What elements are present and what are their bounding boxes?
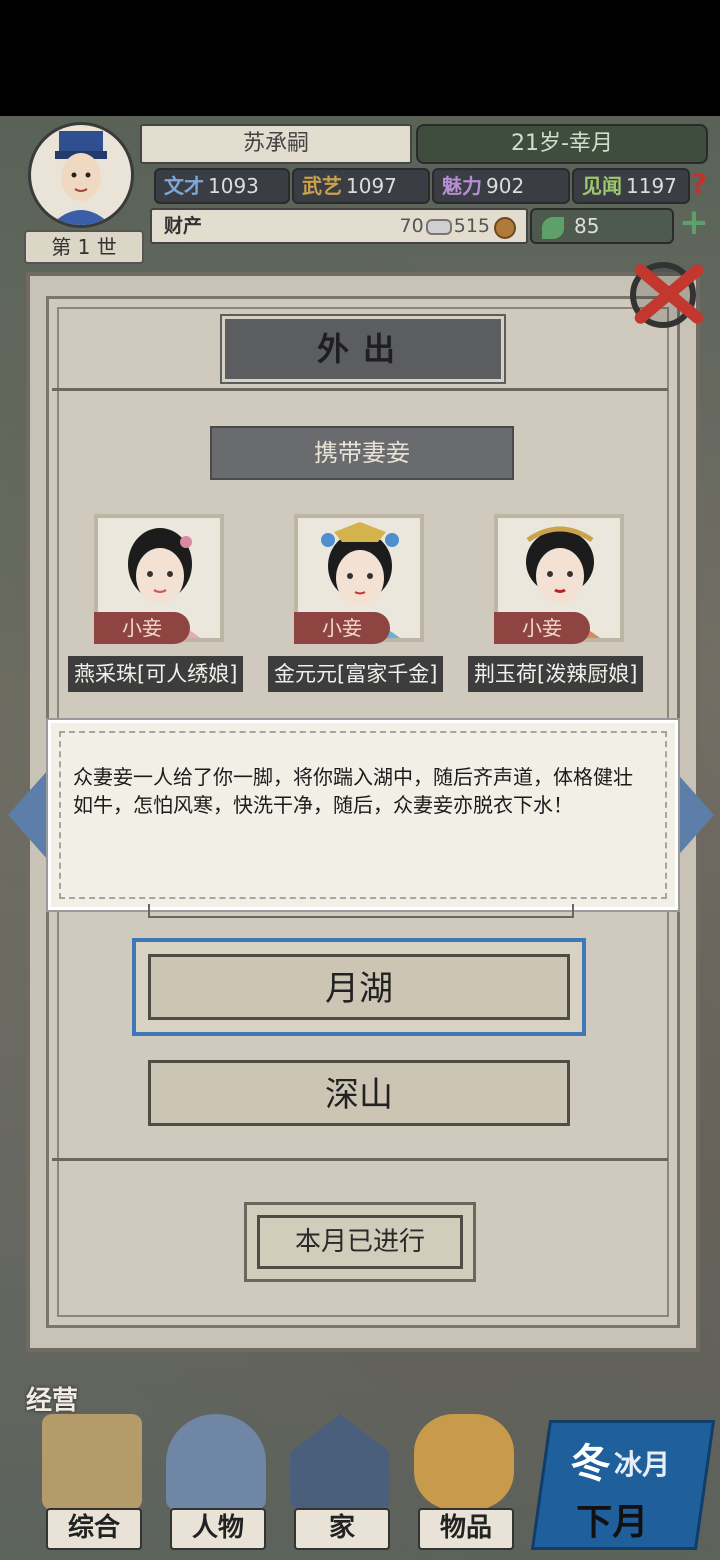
nav-items[interactable]: 物品 [400,1414,528,1550]
consort-tag: 小妾 [494,612,590,644]
nav-label: 物品 [418,1508,514,1550]
done-this-month-button[interactable]: 本月已进行 [244,1202,476,1282]
destination-mountain-button[interactable]: 深山 [148,1060,570,1126]
wealth-label: 财产 [164,215,203,237]
nav-label: 人物 [170,1508,266,1550]
wealth-value: 70 515 [400,210,490,242]
help-icon[interactable]: ? [684,166,714,202]
stat-value: 902 [486,174,525,198]
season-label: 冬 [570,1440,611,1487]
player-avatar[interactable]: 第 1 世 [14,118,144,264]
stat-key: 文才 [164,174,204,198]
nav-home[interactable]: 家 [276,1414,404,1550]
done-label: 本月已进行 [257,1215,463,1269]
house-icon [290,1414,390,1510]
consort-name: 金元元[富家千金] [268,656,444,692]
consort-tag: 小妾 [294,612,390,644]
generation-label: 第 1 世 [24,230,144,264]
stat-knowledge: 见闻 1197 [572,168,690,204]
section-label: 携带妻妾 [210,426,514,480]
silver-icon [425,218,452,235]
nav-label: 综合 [46,1508,142,1550]
stat-value: 1097 [346,174,397,198]
stat-key: 魅力 [442,174,482,198]
scroll-icon [42,1414,142,1510]
player-name: 苏承嗣 [140,124,412,164]
stat-value: 1093 [208,174,259,198]
add-energy-button[interactable]: + [676,205,712,242]
gourd-icon [414,1414,514,1510]
stat-literary: 文才 1093 [154,168,290,204]
event-dialog[interactable]: 众妻妾一人给了你一脚，将你踹入湖中，随后齐声道，体格健壮如牛，怎怕风寒，快洗干净… [48,720,678,910]
panel-title: 外出 [220,314,506,384]
divider [52,388,668,391]
energy-value: 85 [574,214,600,238]
hidden-option-edge [148,904,574,918]
stat-key: 见闻 [582,174,622,198]
copper-coin-icon [494,217,516,239]
stat-martial: 武艺 1097 [292,168,430,204]
leaf-icon [542,216,564,239]
nav-character[interactable]: 人物 [152,1414,280,1550]
stat-charm: 魅力 902 [432,168,570,204]
nav-general[interactable]: 综合 [28,1414,156,1550]
stat-key: 武艺 [302,174,342,198]
event-text: 众妻妾一人给了你一脚，将你踹入湖中，随后齐声道，体格健壮如牛，怎怕风寒，快洗干净… [73,765,633,817]
divider [52,1158,668,1161]
next-month-label: 下月 [576,1501,649,1543]
stat-value: 1197 [626,174,677,198]
destination-moon-lake-button[interactable]: 月湖 [148,954,570,1020]
consort-tag: 小妾 [94,612,190,644]
avatar [28,122,134,228]
wealth-bar: 财产 70 515 [150,208,528,244]
month-label: 冰月 [614,1448,671,1481]
silver-value: 70 [399,215,424,237]
energy-bar: 85 [530,208,674,244]
nav-label: 家 [294,1508,390,1550]
age-month-label: 21岁-幸月 [416,124,708,164]
close-button[interactable] [622,252,712,332]
consort-name: 燕采珠[可人绣娘] [68,656,244,692]
copper-value: 515 [453,215,490,237]
consort-name: 荆玉荷[泼辣厨娘] [468,656,644,692]
section-manage-label: 经营 [26,1386,79,1416]
next-month-button[interactable]: 冬 冰月 下月 [530,1420,716,1550]
person-icon [166,1414,266,1510]
